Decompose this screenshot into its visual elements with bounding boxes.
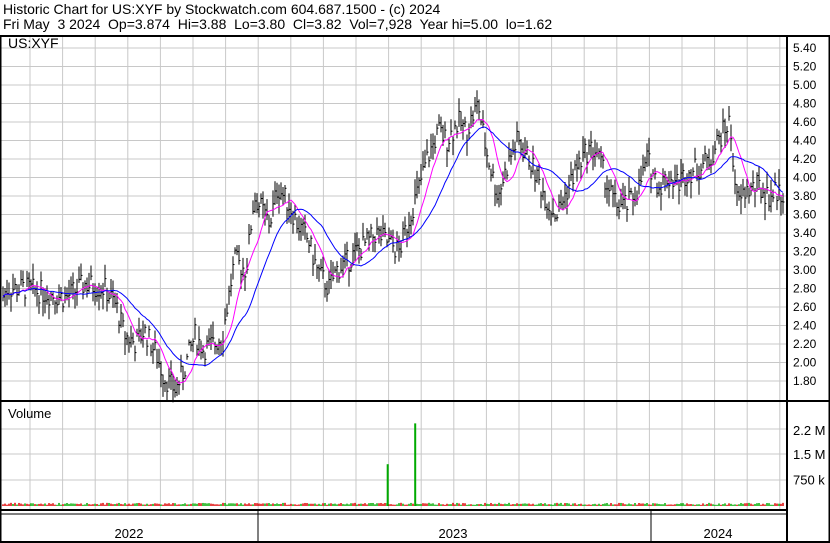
price-tick-label: 2.00 — [793, 356, 817, 370]
price-tick-label: 2.40 — [793, 319, 817, 333]
price-tick-label: 1.80 — [793, 374, 817, 388]
chart-canvas: 5.40 5.20 5.00 4.80 4.60 4.40 4.20 4.00 3.80 3.60… — [0, 35, 830, 543]
price-tick-label: 2.60 — [793, 300, 817, 314]
price-tick-label: 3.80 — [793, 189, 817, 203]
symbol-label: US:XYF — [8, 35, 59, 51]
price-tick-label: 3.40 — [793, 226, 817, 240]
price-tick-label: 4.20 — [793, 152, 817, 166]
price-tick-label: 2.80 — [793, 282, 817, 296]
price-tick-label: 3.60 — [793, 208, 817, 222]
year-label: 2022 — [115, 526, 144, 541]
price-tick-label: 4.80 — [793, 97, 817, 111]
stock-chart: Historic Chart for US:XYF by Stockwatch.… — [0, 0, 830, 543]
volume-tick-label: 750 k — [793, 473, 825, 488]
price-tick-label: 4.40 — [793, 134, 817, 148]
price-tick-label: 5.40 — [793, 41, 817, 55]
volume-label: Volume — [8, 406, 51, 421]
volume-tick-label: 1.5 M — [793, 447, 826, 462]
price-tick-label: 4.00 — [793, 171, 817, 185]
price-tick-label: 4.60 — [793, 115, 817, 129]
price-tick-label: 5.00 — [793, 78, 817, 92]
year-label: 2023 — [439, 526, 468, 541]
price-tick-label: 3.00 — [793, 263, 817, 277]
year-label: 2024 — [704, 526, 733, 541]
price-tick-label: 2.20 — [793, 337, 817, 351]
price-tick-label: 3.20 — [793, 245, 817, 259]
volume-tick-label: 2.2 M — [793, 423, 826, 438]
price-tick-label: 5.20 — [793, 60, 817, 74]
